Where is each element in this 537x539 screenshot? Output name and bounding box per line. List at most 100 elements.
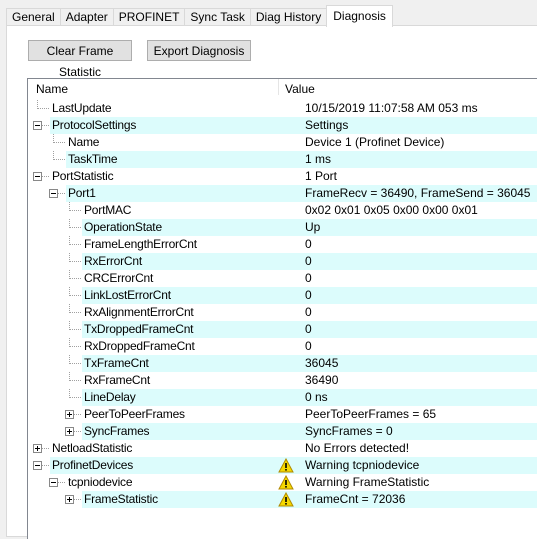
row-name: RxFrameCnt [84, 373, 151, 387]
row-value: PeerToPeerFrames = 65 [305, 407, 437, 421]
column-header-value[interactable]: Value [285, 82, 315, 96]
tree-connector [69, 202, 70, 211]
tree-connector [69, 270, 70, 279]
row-name: SyncFrames [84, 424, 150, 438]
tree-connector [70, 261, 81, 262]
expand-icon[interactable] [33, 444, 42, 453]
tree-row[interactable]: PortMAC 0x02 0x01 0x05 0x00 0x00 0x01 [28, 202, 537, 219]
tree-connector [70, 312, 81, 313]
row-value: Warning tcpniodevice [305, 458, 420, 472]
collapse-icon[interactable] [33, 121, 42, 130]
tree-row[interactable]: LastUpdate 10/15/2019 11:07:58 AM 053 ms [28, 100, 537, 117]
tree-row[interactable]: LinkLostErrorCnt 0 [28, 287, 537, 304]
tree-rows: LastUpdate 10/15/2019 11:07:58 AM 053 ms P… [28, 100, 537, 508]
tree-row[interactable]: FrameLengthErrorCnt 0 [28, 236, 537, 253]
tree-row[interactable]: Port1 FrameRecv = 36490, FrameSend = 3604… [28, 185, 537, 202]
tab-diagnosis[interactable]: Diagnosis [326, 5, 393, 27]
tree-connector [70, 278, 81, 279]
row-value: 0 ns [305, 390, 328, 404]
expand-icon[interactable] [65, 410, 74, 419]
row-value: FrameRecv = 36490, FrameSend = 36045 [305, 186, 531, 200]
row-value: Settings [305, 118, 349, 132]
tree-row[interactable]: NetloadStatistic No Errors detected! [28, 440, 537, 457]
tree-connector [70, 346, 81, 347]
tree-row[interactable]: OperationState Up [28, 219, 537, 236]
row-value: 1 ms [305, 152, 332, 166]
tree-row[interactable]: TxFrameCnt 36045 [28, 355, 537, 372]
tree-connector [69, 389, 70, 398]
tree-row[interactable]: FrameStatistic FrameCnt = 72036 [28, 491, 537, 508]
row-background [50, 168, 537, 185]
row-value: 0 [305, 305, 312, 319]
tree-connector [53, 151, 54, 160]
row-name: PeerToPeerFrames [84, 407, 185, 421]
tree-row[interactable]: ProfinetDevices Warning tcpniodevice [28, 457, 537, 474]
collapse-icon[interactable] [49, 189, 58, 198]
row-name: ProtocolSettings [52, 118, 137, 132]
row-value: FrameCnt = 72036 [305, 492, 406, 506]
row-name: LastUpdate [52, 101, 112, 115]
row-name: TxDroppedFrameCnt [84, 322, 194, 336]
row-name: OperationState [84, 220, 162, 234]
row-value: 0 [305, 254, 312, 268]
row-value: Warning FrameStatistic [305, 475, 430, 489]
row-name: FrameStatistic [84, 492, 158, 506]
row-name: LineDelay [84, 390, 136, 404]
tree-row[interactable]: TaskTime 1 ms [28, 151, 537, 168]
tree-row[interactable]: Name Device 1 (Profinet Device) [28, 134, 537, 151]
tree-row[interactable]: TxDroppedFrameCnt 0 [28, 321, 537, 338]
tree-row[interactable]: RxErrorCnt 0 [28, 253, 537, 270]
tree-row[interactable]: PeerToPeerFrames PeerToPeerFrames = 65 [28, 406, 537, 423]
tree-connector [69, 287, 70, 296]
row-value: 0 [305, 322, 312, 336]
tree-row[interactable]: PortStatistic 1 Port [28, 168, 537, 185]
row-background [66, 134, 537, 151]
warning-icon [278, 457, 294, 473]
expand-icon[interactable] [65, 495, 74, 504]
tree-row[interactable]: RxFrameCnt 36490 [28, 372, 537, 389]
row-name: RxDroppedFrameCnt [84, 339, 195, 353]
column-divider[interactable] [278, 79, 279, 95]
tree-connector [70, 329, 81, 330]
collapse-icon[interactable] [49, 478, 58, 487]
tree-row[interactable]: ProtocolSettings Settings [28, 117, 537, 134]
tree-connector [70, 363, 81, 364]
warning-icon [278, 474, 294, 490]
diagnosis-tree-view[interactable]: Name Value LastUpdate 10/15/2019 11:07:58… [27, 78, 537, 539]
tree-row[interactable]: tcpniodevice Warning FrameStatistic [28, 474, 537, 491]
tree-connector [69, 304, 70, 313]
tree-connector [70, 380, 81, 381]
tree-row[interactable]: LineDelay 0 ns [28, 389, 537, 406]
tree-connector [70, 210, 81, 211]
column-header-name[interactable]: Name [36, 82, 68, 96]
tree-row[interactable]: RxDroppedFrameCnt 0 [28, 338, 537, 355]
expand-icon[interactable] [65, 427, 74, 436]
tree-connector [69, 321, 70, 330]
row-value: 0 [305, 271, 312, 285]
tree-connector [70, 227, 81, 228]
clear-frame-statistic-button[interactable]: Clear Frame Statistic [28, 40, 132, 79]
tree-row[interactable]: CRCErrorCnt 0 [28, 270, 537, 287]
row-name: Name [68, 135, 100, 149]
row-name: FrameLengthErrorCnt [84, 237, 197, 251]
row-background [66, 151, 537, 168]
row-name: tcpniodevice [68, 475, 133, 489]
tree-connector [37, 100, 38, 109]
row-value: 1 Port [305, 169, 338, 183]
row-value: No Errors detected! [305, 441, 410, 455]
collapse-icon[interactable] [33, 172, 42, 181]
tree-connector [69, 219, 70, 228]
export-diagnosis-button[interactable]: Export Diagnosis [147, 40, 251, 61]
tree-row[interactable]: RxAlignmentErrorCnt 0 [28, 304, 537, 321]
row-name: RxAlignmentErrorCnt [84, 305, 194, 319]
tree-connector [70, 295, 81, 296]
row-value: SyncFrames = 0 [305, 424, 393, 438]
tree-connector [70, 397, 81, 398]
collapse-icon[interactable] [33, 461, 42, 470]
tree-row[interactable]: SyncFrames SyncFrames = 0 [28, 423, 537, 440]
row-name: Port1 [68, 186, 96, 200]
tree-header: Name Value [28, 79, 537, 99]
row-name: ProfinetDevices [52, 458, 134, 472]
row-name: LinkLostErrorCnt [84, 288, 171, 302]
tree-connector [70, 244, 81, 245]
